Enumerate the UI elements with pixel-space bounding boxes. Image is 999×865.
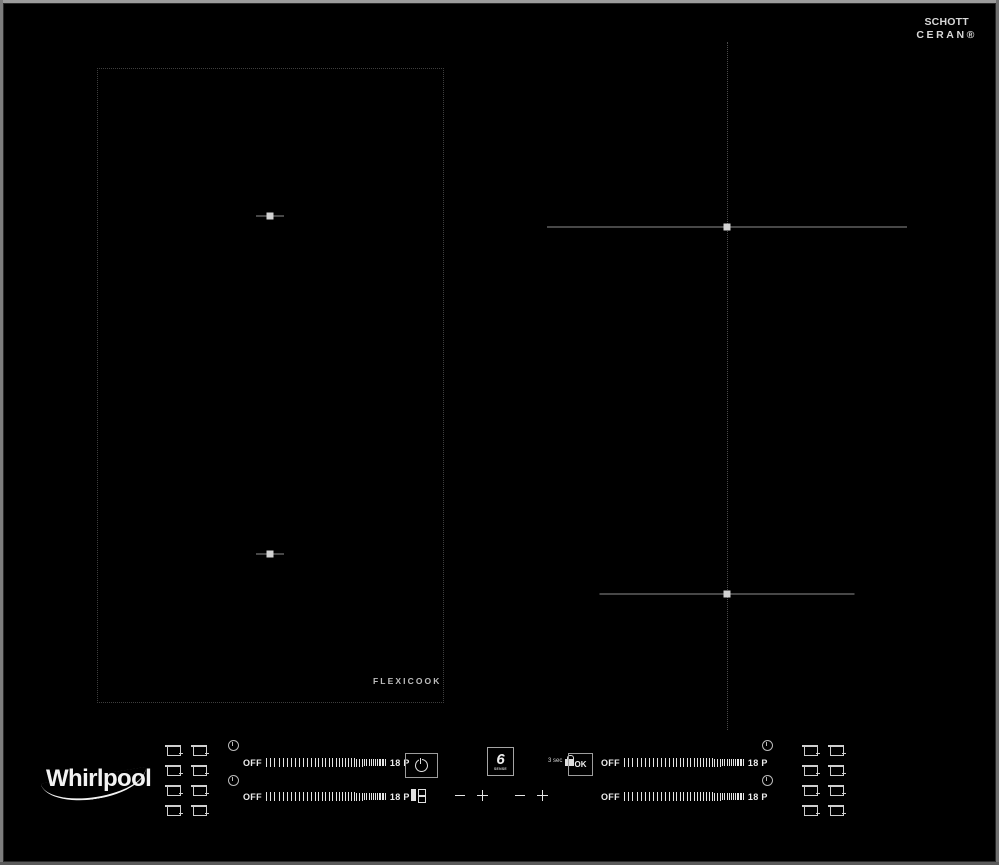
pan-icon [190,744,209,756]
sixth-sense-caption: SENSE [494,766,507,771]
timer-icon-front-left[interactable] [228,775,239,786]
timer-adjust-right[interactable] [515,790,548,801]
timer-icon-front-right[interactable] [762,775,773,786]
flexicook-zone-outline[interactable] [97,68,444,703]
zone-marker-center [723,590,731,598]
sixth-sense-digit: 6 [496,750,505,768]
zone-marker-center [266,550,274,558]
zone-marker-center [723,223,731,231]
zone-marker-center [266,212,274,220]
power-icon [415,758,428,772]
bezel-left-edge [0,0,3,865]
minus-button[interactable] [515,795,525,796]
slider-max-label: 18 P [747,791,768,802]
pan-icon [190,764,209,776]
timer-adjust-left[interactable] [455,790,488,801]
timer-icon-rear-left[interactable] [228,740,239,751]
whirlpool-logo: Whirlpool [40,765,152,808]
minus-button[interactable] [455,795,465,796]
pan-icon [801,744,820,756]
pan-icon [164,804,183,816]
whirlpool-wordmark: Whirlpool [46,765,152,792]
slider-max-label: 18 P [747,757,768,768]
timer-icon-rear-right[interactable] [762,740,773,751]
pan-icon [801,804,820,816]
ok-button[interactable]: OK [568,753,593,776]
zone-guide-vertical-right [727,42,728,730]
slider-off-label: OFF [601,757,620,768]
power-button[interactable] [405,753,438,778]
pan-icon [164,764,183,776]
pan-icon [164,744,183,756]
pan-icon [801,784,820,796]
slider-track[interactable] [623,791,744,802]
schott-ceran-logo: SCHOTT CERAN® [916,16,977,43]
plus-button[interactable] [537,790,548,801]
slider-track[interactable] [623,757,744,768]
display-icon [411,789,426,803]
induction-cooktop: SCHOTT CERAN® FLEXICOOK Whirlpool OFF 18… [0,0,999,865]
lock-hold-label: 3 sec [548,757,563,764]
plus-button[interactable] [477,790,488,801]
pan-icon [801,764,820,776]
pan-size-indicator-grid-right [797,740,849,820]
schott-logo-line2: CERAN® [916,29,977,42]
slider-off-label: OFF [243,791,262,802]
power-slider-front-left[interactable]: OFF 18 P [243,791,410,802]
schott-logo-line1: SCHOTT [924,16,969,28]
flexicook-label: FLEXICOOK [373,676,442,686]
pan-icon [164,784,183,796]
pan-icon [190,784,209,796]
pan-size-indicator-grid-left [160,740,212,820]
pan-icon [827,804,846,816]
power-slider-rear-right[interactable]: OFF 18 P [601,757,768,768]
sixth-sense-button[interactable]: 6 SENSE [487,747,514,776]
pan-icon [190,804,209,816]
slider-track[interactable] [265,757,386,768]
slider-off-label: OFF [243,757,262,768]
pan-icon [827,784,846,796]
pan-icon [827,744,846,756]
slider-off-label: OFF [601,791,620,802]
power-slider-front-right[interactable]: OFF 18 P [601,791,768,802]
pan-icon [827,764,846,776]
slider-max-label: 18 P [389,791,410,802]
power-slider-rear-left[interactable]: OFF 18 P [243,757,410,768]
slider-track[interactable] [265,791,386,802]
bezel-top-edge [0,0,999,3]
